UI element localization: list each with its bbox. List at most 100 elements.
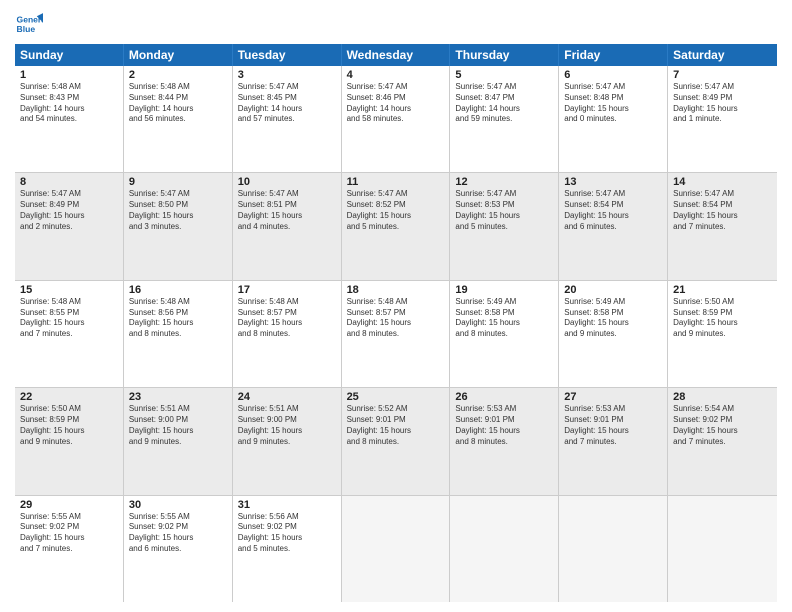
- page: General Blue SundayMondayTuesdayWednesda…: [0, 0, 792, 612]
- calendar-cell: 5Sunrise: 5:47 AM Sunset: 8:47 PM Daylig…: [450, 66, 559, 172]
- cell-info: Sunrise: 5:47 AM Sunset: 8:49 PM Dayligh…: [673, 82, 772, 125]
- calendar-cell: 1Sunrise: 5:48 AM Sunset: 8:43 PM Daylig…: [15, 66, 124, 172]
- cell-info: Sunrise: 5:47 AM Sunset: 8:49 PM Dayligh…: [20, 189, 118, 232]
- day-number: 23: [129, 391, 227, 403]
- cell-info: Sunrise: 5:47 AM Sunset: 8:45 PM Dayligh…: [238, 82, 336, 125]
- calendar-cell: [559, 496, 668, 602]
- calendar-cell: 8Sunrise: 5:47 AM Sunset: 8:49 PM Daylig…: [15, 173, 124, 279]
- cell-info: Sunrise: 5:53 AM Sunset: 9:01 PM Dayligh…: [564, 404, 662, 447]
- cell-info: Sunrise: 5:56 AM Sunset: 9:02 PM Dayligh…: [238, 512, 336, 555]
- calendar-cell: 30Sunrise: 5:55 AM Sunset: 9:02 PM Dayli…: [124, 496, 233, 602]
- day-number: 22: [20, 391, 118, 403]
- calendar-cell: 9Sunrise: 5:47 AM Sunset: 8:50 PM Daylig…: [124, 173, 233, 279]
- cell-info: Sunrise: 5:48 AM Sunset: 8:44 PM Dayligh…: [129, 82, 227, 125]
- cell-info: Sunrise: 5:47 AM Sunset: 8:48 PM Dayligh…: [564, 82, 662, 125]
- cell-info: Sunrise: 5:47 AM Sunset: 8:52 PM Dayligh…: [347, 189, 445, 232]
- day-number: 15: [20, 284, 118, 296]
- header: General Blue: [15, 10, 777, 38]
- header-day-wednesday: Wednesday: [342, 44, 451, 66]
- cell-info: Sunrise: 5:48 AM Sunset: 8:56 PM Dayligh…: [129, 297, 227, 340]
- day-number: 31: [238, 499, 336, 511]
- day-number: 13: [564, 176, 662, 188]
- cell-info: Sunrise: 5:51 AM Sunset: 9:00 PM Dayligh…: [129, 404, 227, 447]
- calendar-cell: 27Sunrise: 5:53 AM Sunset: 9:01 PM Dayli…: [559, 388, 668, 494]
- cell-info: Sunrise: 5:50 AM Sunset: 8:59 PM Dayligh…: [673, 297, 772, 340]
- day-number: 26: [455, 391, 553, 403]
- calendar-row: 22Sunrise: 5:50 AM Sunset: 8:59 PM Dayli…: [15, 388, 777, 495]
- calendar-cell: 28Sunrise: 5:54 AM Sunset: 9:02 PM Dayli…: [668, 388, 777, 494]
- header-day-saturday: Saturday: [668, 44, 777, 66]
- header-day-friday: Friday: [559, 44, 668, 66]
- calendar-cell: 25Sunrise: 5:52 AM Sunset: 9:01 PM Dayli…: [342, 388, 451, 494]
- cell-info: Sunrise: 5:48 AM Sunset: 8:57 PM Dayligh…: [238, 297, 336, 340]
- cell-info: Sunrise: 5:47 AM Sunset: 8:54 PM Dayligh…: [564, 189, 662, 232]
- calendar-cell: 4Sunrise: 5:47 AM Sunset: 8:46 PM Daylig…: [342, 66, 451, 172]
- day-number: 6: [564, 69, 662, 81]
- day-number: 29: [20, 499, 118, 511]
- cell-info: Sunrise: 5:49 AM Sunset: 8:58 PM Dayligh…: [455, 297, 553, 340]
- calendar-cell: 26Sunrise: 5:53 AM Sunset: 9:01 PM Dayli…: [450, 388, 559, 494]
- calendar-cell: 29Sunrise: 5:55 AM Sunset: 9:02 PM Dayli…: [15, 496, 124, 602]
- cell-info: Sunrise: 5:55 AM Sunset: 9:02 PM Dayligh…: [20, 512, 118, 555]
- day-number: 16: [129, 284, 227, 296]
- day-number: 1: [20, 69, 118, 81]
- cell-info: Sunrise: 5:55 AM Sunset: 9:02 PM Dayligh…: [129, 512, 227, 555]
- cell-info: Sunrise: 5:48 AM Sunset: 8:55 PM Dayligh…: [20, 297, 118, 340]
- header-day-tuesday: Tuesday: [233, 44, 342, 66]
- day-number: 19: [455, 284, 553, 296]
- day-number: 11: [347, 176, 445, 188]
- day-number: 2: [129, 69, 227, 81]
- day-number: 28: [673, 391, 772, 403]
- calendar-row: 1Sunrise: 5:48 AM Sunset: 8:43 PM Daylig…: [15, 66, 777, 173]
- header-day-monday: Monday: [124, 44, 233, 66]
- header-day-thursday: Thursday: [450, 44, 559, 66]
- day-number: 24: [238, 391, 336, 403]
- calendar-cell: 20Sunrise: 5:49 AM Sunset: 8:58 PM Dayli…: [559, 281, 668, 387]
- day-number: 9: [129, 176, 227, 188]
- cell-info: Sunrise: 5:47 AM Sunset: 8:47 PM Dayligh…: [455, 82, 553, 125]
- day-number: 3: [238, 69, 336, 81]
- day-number: 30: [129, 499, 227, 511]
- calendar-cell: [668, 496, 777, 602]
- calendar-cell: 7Sunrise: 5:47 AM Sunset: 8:49 PM Daylig…: [668, 66, 777, 172]
- cell-info: Sunrise: 5:47 AM Sunset: 8:54 PM Dayligh…: [673, 189, 772, 232]
- cell-info: Sunrise: 5:51 AM Sunset: 9:00 PM Dayligh…: [238, 404, 336, 447]
- day-number: 7: [673, 69, 772, 81]
- calendar-cell: 12Sunrise: 5:47 AM Sunset: 8:53 PM Dayli…: [450, 173, 559, 279]
- calendar-cell: [342, 496, 451, 602]
- calendar-cell: 22Sunrise: 5:50 AM Sunset: 8:59 PM Dayli…: [15, 388, 124, 494]
- calendar-row: 8Sunrise: 5:47 AM Sunset: 8:49 PM Daylig…: [15, 173, 777, 280]
- day-number: 18: [347, 284, 445, 296]
- cell-info: Sunrise: 5:47 AM Sunset: 8:46 PM Dayligh…: [347, 82, 445, 125]
- cell-info: Sunrise: 5:53 AM Sunset: 9:01 PM Dayligh…: [455, 404, 553, 447]
- day-number: 5: [455, 69, 553, 81]
- cell-info: Sunrise: 5:48 AM Sunset: 8:43 PM Dayligh…: [20, 82, 118, 125]
- calendar-body: 1Sunrise: 5:48 AM Sunset: 8:43 PM Daylig…: [15, 66, 777, 602]
- calendar-cell: 16Sunrise: 5:48 AM Sunset: 8:56 PM Dayli…: [124, 281, 233, 387]
- calendar-cell: 10Sunrise: 5:47 AM Sunset: 8:51 PM Dayli…: [233, 173, 342, 279]
- calendar-cell: 21Sunrise: 5:50 AM Sunset: 8:59 PM Dayli…: [668, 281, 777, 387]
- day-number: 25: [347, 391, 445, 403]
- cell-info: Sunrise: 5:47 AM Sunset: 8:50 PM Dayligh…: [129, 189, 227, 232]
- calendar-cell: 23Sunrise: 5:51 AM Sunset: 9:00 PM Dayli…: [124, 388, 233, 494]
- calendar-cell: 24Sunrise: 5:51 AM Sunset: 9:00 PM Dayli…: [233, 388, 342, 494]
- calendar-cell: 14Sunrise: 5:47 AM Sunset: 8:54 PM Dayli…: [668, 173, 777, 279]
- calendar-cell: 3Sunrise: 5:47 AM Sunset: 8:45 PM Daylig…: [233, 66, 342, 172]
- day-number: 10: [238, 176, 336, 188]
- cell-info: Sunrise: 5:47 AM Sunset: 8:53 PM Dayligh…: [455, 189, 553, 232]
- day-number: 8: [20, 176, 118, 188]
- day-number: 4: [347, 69, 445, 81]
- svg-text:Blue: Blue: [17, 24, 36, 34]
- day-number: 21: [673, 284, 772, 296]
- day-number: 20: [564, 284, 662, 296]
- cell-info: Sunrise: 5:52 AM Sunset: 9:01 PM Dayligh…: [347, 404, 445, 447]
- calendar-header: SundayMondayTuesdayWednesdayThursdayFrid…: [15, 44, 777, 66]
- calendar-cell: 19Sunrise: 5:49 AM Sunset: 8:58 PM Dayli…: [450, 281, 559, 387]
- day-number: 27: [564, 391, 662, 403]
- calendar-cell: 31Sunrise: 5:56 AM Sunset: 9:02 PM Dayli…: [233, 496, 342, 602]
- cell-info: Sunrise: 5:54 AM Sunset: 9:02 PM Dayligh…: [673, 404, 772, 447]
- cell-info: Sunrise: 5:47 AM Sunset: 8:51 PM Dayligh…: [238, 189, 336, 232]
- day-number: 14: [673, 176, 772, 188]
- calendar-cell: 11Sunrise: 5:47 AM Sunset: 8:52 PM Dayli…: [342, 173, 451, 279]
- calendar-cell: 17Sunrise: 5:48 AM Sunset: 8:57 PM Dayli…: [233, 281, 342, 387]
